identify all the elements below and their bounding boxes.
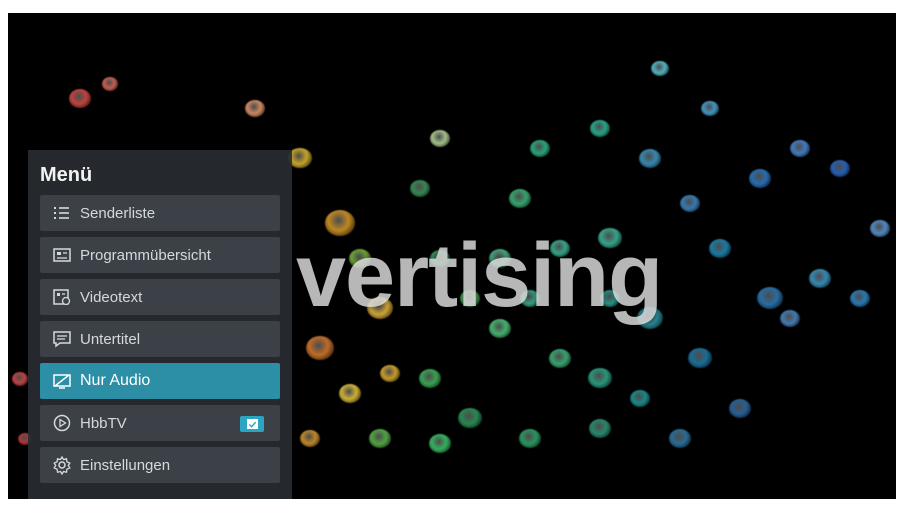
bokeh-dot [589,419,611,438]
bokeh-dot [69,89,91,108]
bokeh-dot [549,349,571,368]
audio-only-icon [52,371,72,391]
bokeh-dot [588,368,612,389]
menu-item-label: Untertitel [80,330,141,348]
teletext-icon [52,287,72,307]
bokeh-dot [590,120,610,137]
hbbtv-icon [52,413,72,433]
bokeh-dot [430,130,450,147]
bokeh-dot [680,195,700,212]
menu-item-label: Nur Audio [80,372,151,389]
menu-item-programmuebersicht[interactable]: Programmübersicht [40,237,280,273]
bokeh-dot [729,399,751,418]
bokeh-dot [429,434,451,453]
menu-title: Menü [40,164,93,186]
bokeh-dot [780,310,800,327]
bokeh-dot [245,100,265,117]
bokeh-dot [651,61,669,77]
bokeh-dot [300,430,320,447]
subtitles-icon [52,329,72,349]
bokeh-dot [530,140,550,157]
bokeh-dot [380,365,400,382]
tv-menu-panel: Menü Senderliste Programmübersicht Video… [28,150,292,499]
bokeh-dot [369,429,391,448]
menu-item-senderliste[interactable]: Senderliste [40,195,280,231]
bokeh-dot [630,390,650,407]
bokeh-dot [809,269,831,288]
bokeh-dot [12,372,28,386]
bokeh-dot [306,336,334,360]
bokeh-dot [410,180,430,197]
bokeh-dot [749,169,771,188]
menu-item-label: Videotext [80,288,143,306]
bokeh-dot [688,348,712,369]
menu-item-label: Einstellungen [80,456,171,474]
bokeh-dot [709,239,731,258]
menu-item-untertitel[interactable]: Untertitel [40,321,280,357]
bokeh-dot [458,408,482,429]
menu-item-hbbtv[interactable]: HbbTV [40,405,280,441]
bokeh-dot [102,77,118,91]
list-icon [52,203,72,223]
background-advertising-text: vertising [296,226,663,326]
bokeh-dot [830,160,850,177]
menu-item-nur-audio[interactable]: Nur Audio [40,363,280,399]
hbbtv-toggle-checkbox[interactable] [240,416,264,432]
bokeh-dot [757,287,783,310]
bokeh-dot [509,189,531,208]
bokeh-dot [339,384,361,403]
bokeh-dot [850,290,870,307]
bokeh-dot [639,149,661,168]
check-icon [246,419,258,429]
menu-item-einstellungen[interactable]: Einstellungen [40,447,280,483]
menu-item-label: Programmübersicht [80,246,211,264]
gear-icon [52,455,72,475]
bokeh-dot [669,429,691,448]
bokeh-dot [701,101,719,117]
guide-icon [52,245,72,265]
bokeh-dot [519,429,541,448]
bokeh-dot [790,140,810,157]
menu-item-label: HbbTV [80,414,127,432]
menu-item-label: Senderliste [80,204,156,222]
menu-item-videotext[interactable]: Videotext [40,279,280,315]
bokeh-dot [419,369,441,388]
bokeh-dot [870,220,890,237]
